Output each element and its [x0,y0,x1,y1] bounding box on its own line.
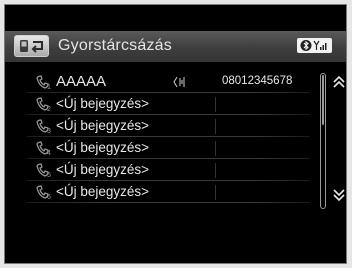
svg-text:1: 1 [47,84,51,90]
list-item[interactable]: 2 <Új bejegyzés> [27,93,310,115]
list-item[interactable]: 3 <Új bejegyzés> [27,115,310,137]
phone-handset-icon: 2 [36,97,51,112]
column-separator [215,163,216,178]
entry-name: <Új bejegyzés> [56,184,150,199]
entry-name: <Új bejegyzés> [56,162,150,177]
status-indicators [297,38,332,53]
bluetooth-icon [300,40,312,51]
page-title: Gyorstárcsázás [58,37,172,54]
phone-handset-icon: 1 [36,75,51,90]
svg-text:3: 3 [47,128,51,134]
phone-handset-icon: 3 [36,119,51,134]
signal-strength-icon [313,40,327,50]
column-separator [215,185,216,200]
svg-text:2: 2 [47,106,51,112]
svg-text:4: 4 [47,150,51,156]
phone-handset-icon: 5 [36,163,51,178]
double-chevron-down-icon[interactable] [333,188,345,202]
column-separator [215,97,216,112]
entry-name: AAAAA [56,73,107,90]
header-bar: Gyorstárcsázás [5,31,346,62]
phone-handset-icon: 6 [36,185,51,200]
scrollbar-thumb[interactable] [322,75,324,125]
column-separator [215,119,216,134]
entry-name: <Új bejegyzés> [56,96,150,111]
svg-text:5: 5 [47,172,51,178]
double-chevron-up-icon[interactable] [333,75,345,89]
voice-tag-icon [173,76,185,88]
list-item[interactable]: 1 AAAAA 08012345678 [27,71,310,93]
column-separator [215,141,216,156]
phone-handset-icon: 4 [36,141,51,156]
scrollbar[interactable] [320,73,326,209]
entry-name: <Új bejegyzés> [56,140,150,155]
list-item[interactable]: 4 <Új bejegyzés> [27,137,310,159]
back-button[interactable] [14,35,49,57]
back-arrow-icon [20,40,43,53]
row-divider [27,202,310,203]
entry-number: 08012345678 [222,75,293,87]
svg-text:6: 6 [47,194,51,200]
display-screen: Gyorstárcsázás 1 AAAAA 08012345678 2 <Új… [4,4,347,264]
list-item[interactable]: 5 <Új bejegyzés> [27,159,310,181]
list-item[interactable]: 6 <Új bejegyzés> [27,181,310,203]
entry-name: <Új bejegyzés> [56,118,150,133]
